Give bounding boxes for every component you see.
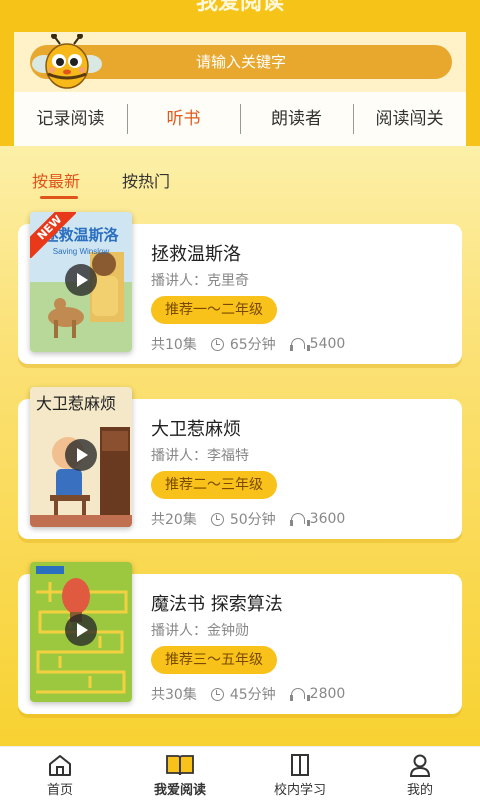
nav-school-study-label: 校内学习: [273, 783, 326, 798]
duration: 50分钟: [229, 512, 276, 528]
header: 我爱阅读 请输入关键字 记录阅读 听书 朗读者 阅读闯关: [0, 0, 480, 146]
book-meta: 共30集 45分钟 2800: [151, 684, 359, 704]
clock-icon: [210, 687, 224, 701]
headphone-icon: [289, 687, 310, 701]
book-narrator: 播讲人：金钟勋: [151, 623, 249, 639]
nav-mine-label: 我的: [406, 783, 433, 798]
book-card[interactable]: 拯救温斯洛 Saving Winslow NEW 拯救温斯洛 播讲人：克里奇 推…: [18, 212, 462, 364]
bottom-nav: 首页 我爱阅读 校内学习 我的: [0, 746, 480, 800]
book-card[interactable]: 魔法书 探索算法 播讲人：金钟勋 推荐三～五年级 共30集 45分钟 2800: [18, 562, 462, 714]
new-badge: NEW: [30, 212, 76, 258]
grade-badge: 推荐二～三年级: [151, 471, 277, 499]
nav-home[interactable]: 首页: [0, 747, 120, 800]
new-badge-label: NEW: [30, 212, 76, 258]
nav-school-study[interactable]: 校内学习: [240, 747, 360, 800]
sort-tab-latest[interactable]: 按最新: [32, 168, 80, 199]
book-narrator: 播讲人：李福特: [151, 448, 249, 464]
reading-tabs: 记录阅读 听书 朗读者 阅读闯关: [14, 92, 466, 146]
duration: 45分钟: [229, 687, 276, 703]
open-book-icon: [166, 755, 194, 776]
home-icon: [49, 755, 71, 776]
tab-reading-challenge[interactable]: 阅读闯关: [353, 92, 466, 146]
play-icon[interactable]: [65, 439, 97, 471]
book-icon: [291, 754, 309, 776]
book-card[interactable]: 大卫惹麻烦 大卫惹麻烦 播讲人：李福特 推荐二～三年级 共20集 50分钟 36…: [18, 387, 462, 539]
grade-badge: 推荐三～五年级: [151, 646, 277, 674]
grade-badge: 推荐一～二年级: [151, 296, 277, 324]
episode-count: 共20集: [151, 512, 197, 528]
book-cover[interactable]: 拯救温斯洛 Saving Winslow NEW: [30, 212, 132, 352]
book-meta: 共10集 65分钟 5400: [151, 334, 359, 354]
headphone-icon: [289, 512, 310, 526]
bee-mascot-icon: [32, 34, 102, 89]
book-title: 魔法书 探索算法: [151, 594, 283, 615]
sort-tab-popular[interactable]: 按热门: [122, 168, 170, 192]
tab-listen-books[interactable]: 听书: [127, 92, 240, 146]
nav-love-reading[interactable]: 我爱阅读: [120, 747, 240, 800]
play-icon[interactable]: [65, 264, 97, 296]
book-narrator: 播讲人：克里奇: [151, 273, 249, 289]
page-title: 我爱阅读: [195, 0, 284, 15]
tab-readers[interactable]: 朗读者: [240, 92, 353, 146]
episode-count: 共10集: [151, 337, 197, 353]
headphone-icon: [289, 337, 310, 351]
book-meta: 共20集 50分钟 3600: [151, 509, 359, 529]
nav-love-reading-label: 我爱阅读: [153, 783, 206, 798]
book-cover[interactable]: 大卫惹麻烦: [30, 387, 132, 527]
book-title: 拯救温斯洛: [151, 244, 241, 265]
play-count: 2800: [309, 686, 346, 702]
nav-home-label: 首页: [46, 783, 73, 798]
episode-count: 共30集: [151, 687, 197, 703]
clock-icon: [210, 512, 224, 526]
book-list-area: 按最新 按热门 拯救温斯洛 Saving Winslow NEW 拯救温斯洛 播…: [0, 146, 480, 746]
nav-mine[interactable]: 我的: [360, 747, 480, 800]
tab-record-reading[interactable]: 记录阅读: [14, 92, 127, 146]
book-cover[interactable]: [30, 562, 132, 702]
duration: 65分钟: [229, 337, 276, 353]
book-title: 大卫惹麻烦: [151, 419, 241, 440]
play-count: 3600: [309, 511, 346, 527]
sort-tabs: 按最新 按热门: [32, 168, 170, 199]
clock-icon: [210, 337, 224, 351]
play-count: 5400: [309, 336, 346, 352]
play-icon[interactable]: [65, 614, 97, 646]
cover-title-text: 大卫惹麻烦: [36, 395, 116, 413]
user-icon: [409, 754, 431, 777]
